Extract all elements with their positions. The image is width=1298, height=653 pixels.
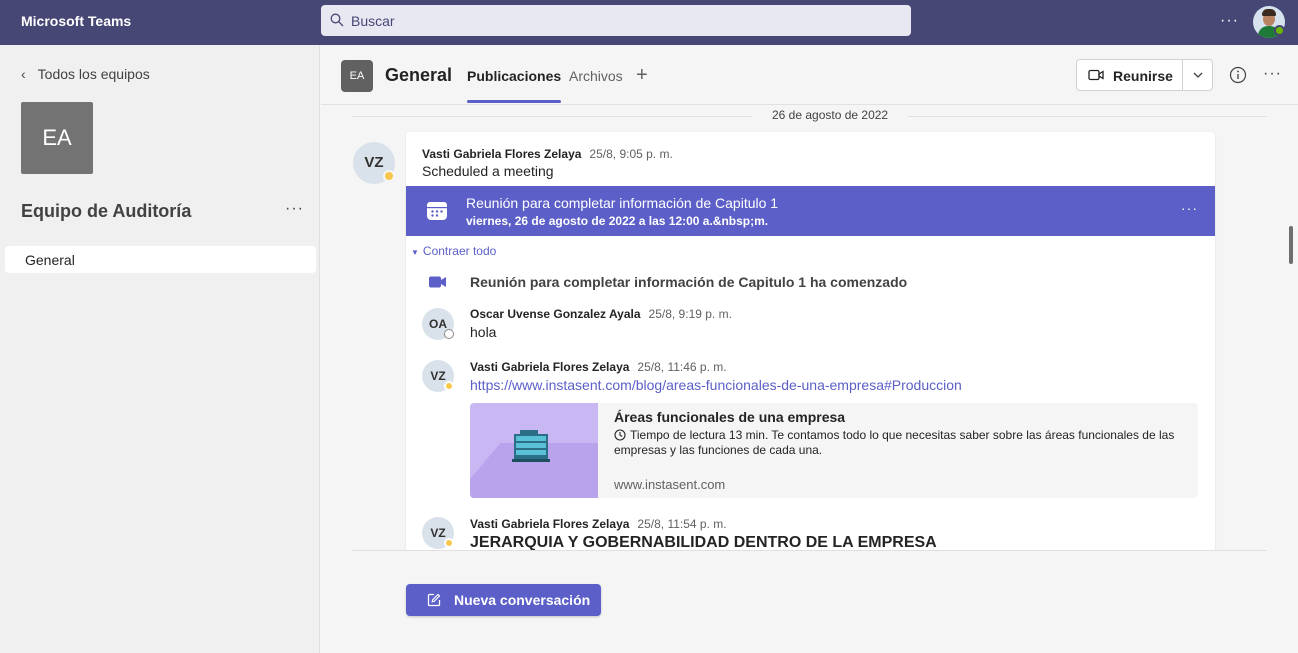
reply-link[interactable]: https://www.instasent.com/blog/areas-fun… [470,377,962,393]
meeting-title: Reunión para completar información de Ca… [466,195,779,211]
link-preview-title: Áreas funcionales de una empresa [614,409,846,425]
team-panel: ‹ Todos los equipos EA Equipo de Auditorí… [0,45,320,653]
link-preview-card[interactable]: Áreas funcionales de una empresa Tiempo … [470,403,1198,498]
tab-archivos[interactable]: Archivos [569,68,623,84]
reply-body: JERARQUIA Y GOBERNABILIDAD DENTRO DE LA … [470,534,937,550]
app-title: Microsoft Teams [21,13,132,29]
video-camera-icon [1088,69,1104,81]
reply-author[interactable]: Vasti Gabriela Flores Zelaya [470,360,629,374]
clock-icon [614,429,626,441]
team-avatar: EA [21,102,93,174]
post-author[interactable]: Vasti Gabriela Flores Zelaya [422,147,581,161]
meeting-datetime: viernes, 26 de agosto de 2022 a las 12:0… [466,214,769,228]
collapse-label: Contraer todo [422,244,497,258]
search-icon [330,13,344,27]
join-label: Reunirse [1113,68,1173,84]
reply-body: hola [470,324,497,340]
chevron-down-icon[interactable] [1192,69,1204,81]
reply-time: 25/8, 11:46 p. m. [637,360,727,374]
presence-away-icon [383,170,395,182]
conversation-feed: 26 de agosto de 2022 VZ Vasti Gabriela F… [321,106,1298,550]
new-conversation-label: Nueva conversación [454,592,591,608]
link-preview-domain: www.instasent.com [614,477,726,492]
new-conversation-button[interactable]: Nueva conversación [406,584,601,616]
join-meeting-button[interactable]: Reunirse [1076,59,1213,91]
scrollbar-thumb[interactable] [1289,226,1293,264]
reply-author[interactable]: Oscar Uvense Gonzalez Ayala [470,307,641,321]
chevron-left-icon: ‹ [21,66,26,82]
post-body: Scheduled a meeting [422,163,554,179]
add-tab-icon[interactable]: + [636,64,648,87]
date-separator-label: 26 de agosto de 2022 [752,108,909,122]
back-to-teams-link[interactable]: ‹ Todos los equipos [21,66,150,82]
building-icon [512,430,550,462]
top-bar: Microsoft Teams Buscar ··· [0,0,1298,45]
search-placeholder: Buscar [351,13,395,29]
channel-avatar: EA [341,60,373,92]
meeting-started-message: Reunión para completar información de Ca… [470,274,908,290]
triangle-down-icon: ▼ [411,248,419,257]
link-preview-description: Tiempo de lectura 13 min. Te contamos to… [614,428,1184,458]
post-header: Vasti Gabriela Flores Zelaya 25/8, 9:05 p… [422,145,673,163]
reply-time: 25/8, 9:19 p. m. [648,307,732,321]
link-preview-thumbnail [470,403,598,498]
meeting-started-video-icon [429,276,446,288]
meeting-more-options-icon[interactable]: ··· [1181,200,1198,216]
channel-item-general[interactable]: General [5,246,316,273]
back-label: Todos los equipos [37,66,150,82]
link-preview-description-text: Tiempo de lectura 13 min. Te contamos to… [614,428,1175,457]
channel-title: General [385,65,453,85]
presence-offline-icon [444,329,454,339]
more-options-icon[interactable]: ··· [1220,12,1239,30]
calendar-icon [427,202,447,220]
presence-away-icon [444,381,454,391]
info-icon[interactable] [1229,66,1247,84]
meeting-post-card: Vasti Gabriela Flores Zelaya 25/8, 9:05 p… [406,132,1215,550]
collapse-all-button[interactable]: ▼ Contraer todo [411,244,496,258]
header-more-options-icon[interactable]: ··· [1263,65,1282,83]
presence-away-icon [444,538,454,548]
meeting-banner[interactable]: Reunión para completar información de Ca… [406,186,1215,236]
reply-author[interactable]: Vasti Gabriela Flores Zelaya [470,517,629,531]
feed-divider [352,550,1267,551]
reply-time: 25/8, 11:54 p. m. [637,517,727,531]
tab-publicaciones[interactable]: Publicaciones [467,68,562,103]
post-time: 25/8, 9:05 p. m. [589,147,673,161]
reply-header: Vasti Gabriela Flores Zelaya 25/8, 11:46 … [470,360,727,374]
team-more-options-icon[interactable]: ··· [285,200,304,218]
channel-header: EA General Publicaciones Archivos + Reun… [321,45,1298,105]
date-separator: 26 de agosto de 2022 [352,108,1267,122]
reply-header: Oscar Uvense Gonzalez Ayala 25/8, 9:19 p.… [470,307,732,321]
team-name: Equipo de Auditoría [21,201,192,221]
compose-icon [427,593,441,607]
presence-available-icon [1274,25,1285,36]
search-input[interactable]: Buscar [321,5,911,36]
reply-header: Vasti Gabriela Flores Zelaya 25/8, 11:54 … [470,517,727,531]
